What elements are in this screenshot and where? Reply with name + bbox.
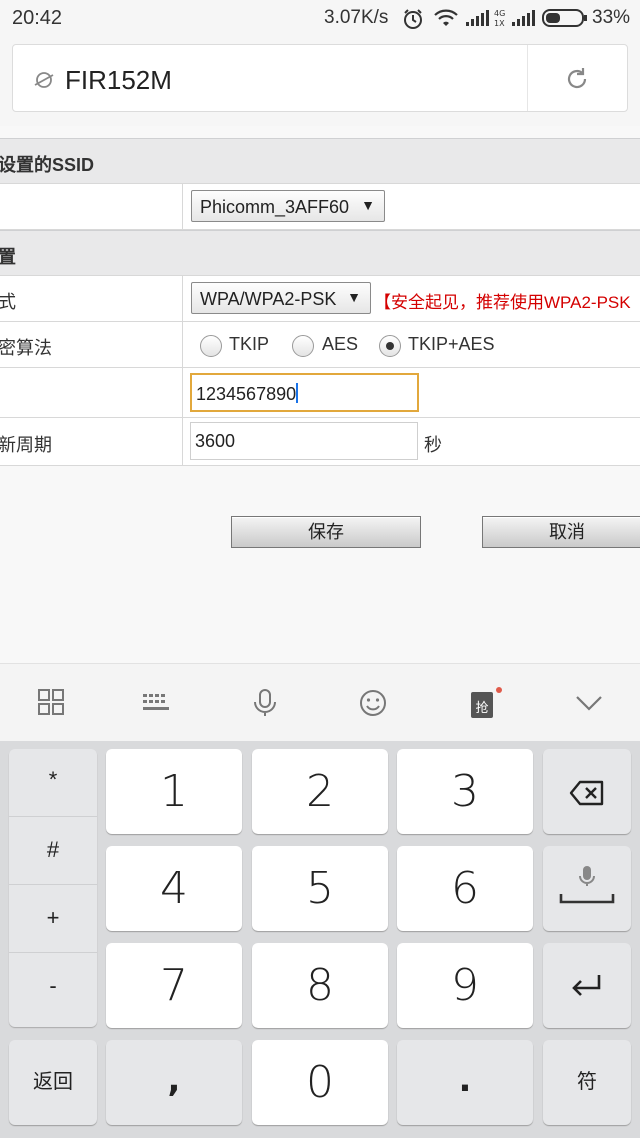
column-divider	[182, 322, 183, 367]
collapse-keyboard-icon[interactable]	[575, 694, 603, 717]
key-asterisk[interactable]: *	[9, 767, 97, 793]
comma-key[interactable]: ,	[106, 1040, 242, 1125]
signal-4g-icon: 4G 1X	[466, 8, 508, 33]
signal-icon	[512, 8, 536, 33]
column-divider	[182, 418, 183, 465]
dropdown-arrow-icon: ▼	[347, 289, 361, 305]
space-voice-key[interactable]	[543, 846, 631, 931]
wifi-icon	[434, 8, 458, 33]
alarm-icon	[402, 8, 424, 35]
key-6[interactable]: 6	[397, 846, 533, 931]
microphone-icon[interactable]	[251, 688, 279, 723]
backspace-icon	[569, 780, 605, 811]
key-8[interactable]: 8	[252, 943, 388, 1028]
symbol-column[interactable]: * # + -	[9, 749, 97, 1027]
cancel-button[interactable]: 取消	[482, 516, 640, 548]
password-input[interactable]: 1234567890	[190, 373, 419, 412]
security-section-header: 置	[0, 230, 640, 276]
dropdown-arrow-icon: ▼	[361, 197, 375, 213]
password-value: 1234567890	[196, 384, 297, 404]
renew-unit: 秒	[424, 435, 442, 455]
security-mode-value: WPA/WPA2-PSK	[200, 289, 337, 309]
key-hash[interactable]: #	[9, 837, 97, 863]
security-mode-select[interactable]: WPA/WPA2-PSK ▼	[191, 282, 371, 314]
keyboard-icon[interactable]	[142, 692, 170, 719]
key-3[interactable]: 3	[397, 749, 533, 834]
key-plus[interactable]: +	[9, 905, 97, 931]
refresh-icon[interactable]	[563, 65, 591, 98]
key-7[interactable]: 7	[106, 943, 242, 1028]
radio-tkip-aes[interactable]	[379, 335, 401, 357]
ssid-select-value: Phicomm_3AFF60	[200, 197, 350, 217]
radio-tkip[interactable]	[200, 335, 222, 357]
ssid-select[interactable]: Phicomm_3AFF60 ▼	[191, 190, 385, 222]
battery-percent: 33%	[592, 7, 631, 28]
enter-key[interactable]	[543, 943, 631, 1028]
radio-aes-label: AES	[322, 334, 359, 354]
column-divider	[182, 184, 183, 229]
ssid-section-header: 设置的SSID	[0, 138, 640, 184]
cipher-row: 密算法	[0, 322, 640, 368]
symbol-divider	[9, 884, 97, 885]
cipher-label: 密算法	[0, 338, 52, 358]
column-divider	[182, 368, 183, 417]
svg-text:1X: 1X	[494, 19, 505, 28]
text-cursor	[296, 383, 299, 403]
save-button[interactable]: 保存	[231, 516, 421, 548]
battery-icon	[542, 9, 588, 32]
security-mode-label: 式	[0, 292, 16, 312]
symbol-divider	[9, 816, 97, 817]
key-2[interactable]: 2	[252, 749, 388, 834]
keyboard-toolbar: 抢	[0, 663, 640, 741]
renew-value: 3600	[195, 431, 236, 451]
renew-label: 新周期	[0, 435, 52, 455]
globe-icon	[33, 69, 55, 96]
ssid-section-title: 设置的SSID	[0, 155, 95, 175]
url-bar[interactable]: FIR152M	[12, 44, 628, 112]
back-key[interactable]: 返回	[9, 1040, 97, 1125]
grid-menu-icon[interactable]	[37, 688, 65, 721]
grab-ticket-icon[interactable]: 抢	[469, 686, 503, 725]
radio-tkip-aes-label: TKIP+AES	[408, 334, 495, 354]
symbol-divider	[9, 952, 97, 953]
key-9[interactable]: 9	[397, 943, 533, 1028]
key-4[interactable]: 4	[106, 846, 242, 931]
security-warning: 【安全起见，推荐使用WPA2-PSK	[374, 293, 631, 312]
radio-tkip-label: TKIP	[229, 334, 270, 354]
space-mic-icon	[559, 864, 615, 913]
grab-ticket-glyph: 抢	[475, 700, 488, 716]
svg-text:4G: 4G	[494, 9, 505, 18]
url-divider	[527, 45, 528, 111]
backspace-key[interactable]	[543, 749, 631, 834]
status-bar: 20:42 3.07K/s 4G 1X 33%	[0, 0, 640, 36]
key-0[interactable]: 0	[252, 1040, 388, 1125]
key-minus[interactable]: -	[9, 973, 97, 999]
key-5[interactable]: 5	[252, 846, 388, 931]
renew-input[interactable]: 3600	[190, 422, 418, 460]
key-1[interactable]: 1	[106, 749, 242, 834]
network-speed: 3.07K/s	[324, 7, 389, 28]
url-text[interactable]: FIR152M	[65, 65, 172, 96]
enter-icon	[571, 973, 603, 1004]
column-divider	[182, 276, 183, 321]
emoji-icon[interactable]	[358, 688, 388, 723]
radio-aes[interactable]	[292, 335, 314, 357]
security-section-title: 置	[0, 247, 16, 267]
status-time: 20:42	[12, 7, 63, 29]
symbol-key[interactable]: 符	[543, 1040, 631, 1125]
dot-key[interactable]: .	[397, 1040, 533, 1125]
